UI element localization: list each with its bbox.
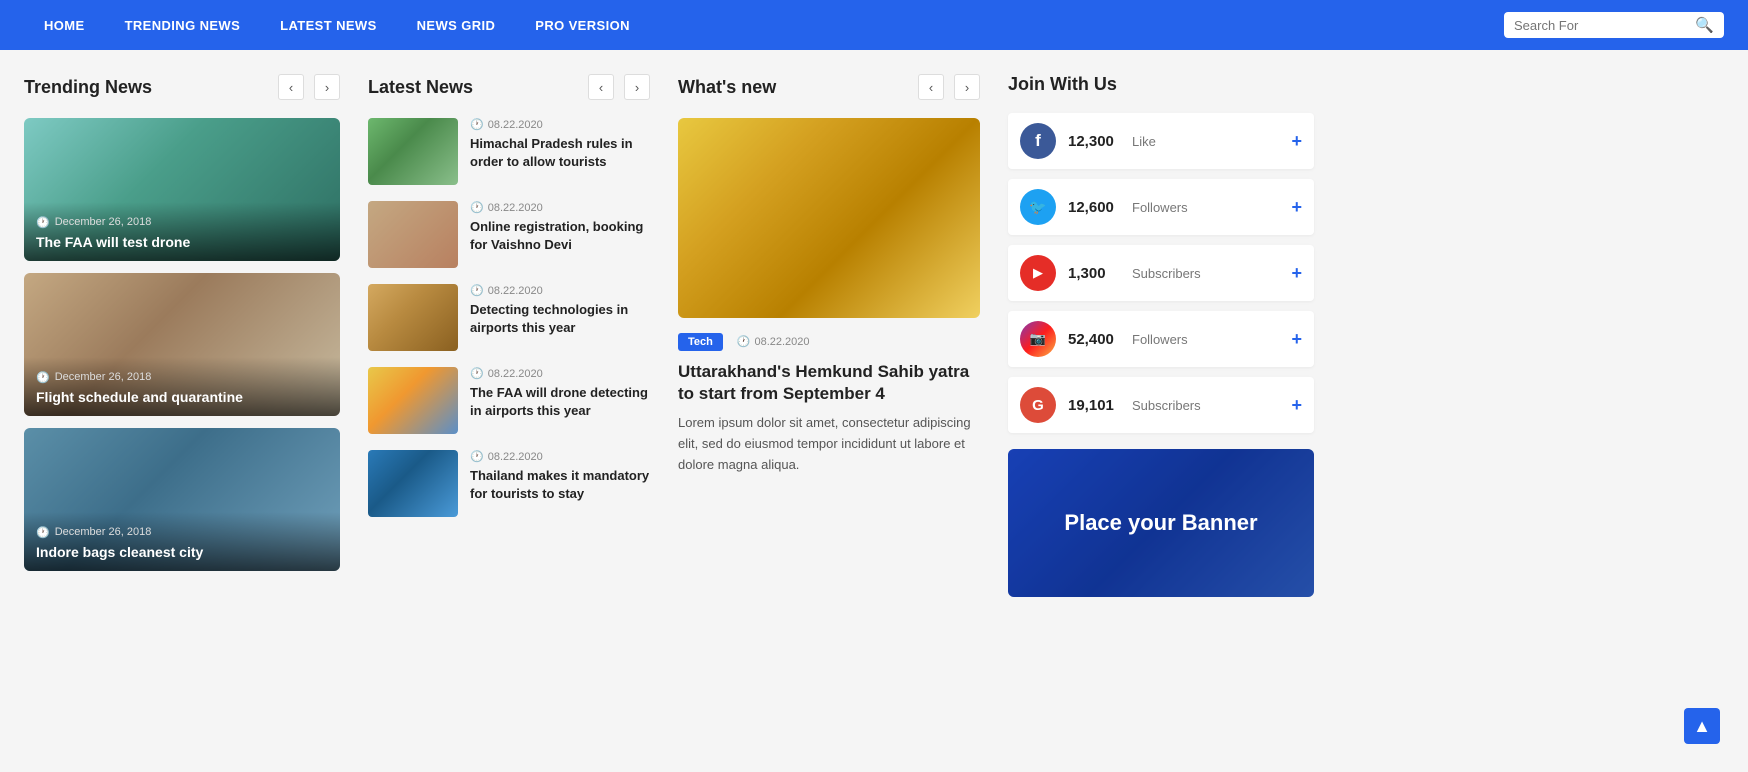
latest-date-1: 🕐08.22.2020 xyxy=(470,201,650,214)
latest-next[interactable]: › xyxy=(624,74,650,100)
whats-new-desc: Lorem ipsum dolor sit amet, consectetur … xyxy=(678,413,980,475)
latest-title-1: Online registration, booking for Vaishno… xyxy=(470,218,650,254)
instagram-count: 52,400 xyxy=(1068,331,1120,348)
youtube-label: Subscribers xyxy=(1132,266,1279,281)
search-icon[interactable]: 🔍 xyxy=(1695,16,1714,34)
trending-next[interactable]: › xyxy=(314,74,340,100)
whats-new-date: 🕐08.22.2020 xyxy=(737,335,810,348)
join-section: Join With Us f 12,300 Like + 🐦 12,600 Fo… xyxy=(994,74,1314,597)
instagram-icon: 📷 xyxy=(1020,321,1056,357)
whats-new-image xyxy=(678,118,980,318)
latest-item-0[interactable]: 🕐08.22.2020 Himachal Pradesh rules in or… xyxy=(368,118,650,185)
main-content: Trending News ‹ › 🕐 December 26, 2018 Th… xyxy=(0,50,1748,621)
youtube-count: 1,300 xyxy=(1068,265,1120,282)
trending-header: Trending News ‹ › xyxy=(24,74,340,100)
trend-title-2: Indore bags cleanest city xyxy=(36,543,328,561)
whats-new-section: What's new ‹ › Tech 🕐08.22.2020 Uttarakh… xyxy=(664,74,994,597)
facebook-icon: f xyxy=(1020,123,1056,159)
trend-title-1: Flight schedule and quarantine xyxy=(36,388,328,406)
google-label: Subscribers xyxy=(1132,398,1279,413)
trending-title: Trending News xyxy=(24,77,268,98)
search-box: 🔍 xyxy=(1504,12,1724,38)
latest-item-4[interactable]: 🕐08.22.2020 Thailand makes it mandatory … xyxy=(368,450,650,517)
instagram-label: Followers xyxy=(1132,332,1279,347)
latest-title: Latest News xyxy=(368,77,578,98)
trend-card-1[interactable]: 🕐 December 26, 2018 Flight schedule and … xyxy=(24,273,340,416)
trend-title-0: The FAA will test drone xyxy=(36,233,328,251)
whats-new-header: What's new ‹ › xyxy=(678,74,980,100)
latest-thumb-3 xyxy=(368,367,458,434)
facebook-label: Like xyxy=(1132,134,1279,149)
trend-date-0: 🕐 December 26, 2018 xyxy=(36,216,328,229)
social-row-google: G 19,101 Subscribers + xyxy=(1008,377,1314,433)
whats-new-prev[interactable]: ‹ xyxy=(918,74,944,100)
youtube-plus[interactable]: + xyxy=(1291,263,1302,284)
whats-new-title: What's new xyxy=(678,77,908,98)
whats-new-next[interactable]: › xyxy=(954,74,980,100)
latest-thumb-1 xyxy=(368,201,458,268)
banner-box[interactable]: Place your Banner xyxy=(1008,449,1314,597)
latest-section: Latest News ‹ › 🕐08.22.2020 Himachal Pra… xyxy=(354,74,664,597)
join-title: Join With Us xyxy=(1008,74,1314,95)
trend-date-2: 🕐 December 26, 2018 xyxy=(36,526,328,539)
youtube-icon: ▶ xyxy=(1020,255,1056,291)
latest-date-2: 🕐08.22.2020 xyxy=(470,284,650,297)
navbar: HOME TRENDING NEWS LATEST NEWS NEWS GRID… xyxy=(0,0,1748,50)
social-row-twitter: 🐦 12,600 Followers + xyxy=(1008,179,1314,235)
twitter-icon: 🐦 xyxy=(1020,189,1056,225)
nav-trending-news[interactable]: TRENDING NEWS xyxy=(105,0,261,50)
latest-item-1[interactable]: 🕐08.22.2020 Online registration, booking… xyxy=(368,201,650,268)
latest-title-3: The FAA will drone detecting in airports… xyxy=(470,384,650,420)
latest-date-0: 🕐08.22.2020 xyxy=(470,118,650,131)
trend-date-1: 🕐 December 26, 2018 xyxy=(36,371,328,384)
twitter-plus[interactable]: + xyxy=(1291,197,1302,218)
latest-thumb-4 xyxy=(368,450,458,517)
social-row-facebook: f 12,300 Like + xyxy=(1008,113,1314,169)
google-count: 19,101 xyxy=(1068,397,1120,414)
trending-prev[interactable]: ‹ xyxy=(278,74,304,100)
latest-date-4: 🕐08.22.2020 xyxy=(470,450,650,463)
facebook-plus[interactable]: + xyxy=(1291,131,1302,152)
trend-card-0[interactable]: 🕐 December 26, 2018 The FAA will test dr… xyxy=(24,118,340,261)
latest-date-3: 🕐08.22.2020 xyxy=(470,367,650,380)
google-plus[interactable]: + xyxy=(1291,395,1302,416)
nav-news-grid[interactable]: NEWS GRID xyxy=(397,0,516,50)
latest-title-4: Thailand makes it mandatory for tourists… xyxy=(470,467,650,503)
twitter-count: 12,600 xyxy=(1068,199,1120,216)
back-to-top-button[interactable]: ▲ xyxy=(1684,708,1720,744)
whats-new-badge: Tech xyxy=(678,333,723,351)
latest-title-2: Detecting technologies in airports this … xyxy=(470,301,650,337)
latest-header: Latest News ‹ › xyxy=(368,74,650,100)
nav-pro-version[interactable]: PRO VERSION xyxy=(515,0,650,50)
latest-item-2[interactable]: 🕐08.22.2020 Detecting technologies in ai… xyxy=(368,284,650,351)
trending-section: Trending News ‹ › 🕐 December 26, 2018 Th… xyxy=(24,74,354,597)
social-row-instagram: 📷 52,400 Followers + xyxy=(1008,311,1314,367)
google-icon: G xyxy=(1020,387,1056,423)
latest-prev[interactable]: ‹ xyxy=(588,74,614,100)
search-input[interactable] xyxy=(1514,18,1695,33)
latest-item-3[interactable]: 🕐08.22.2020 The FAA will drone detecting… xyxy=(368,367,650,434)
trend-card-2[interactable]: 🕐 December 26, 2018 Indore bags cleanest… xyxy=(24,428,340,571)
latest-title-0: Himachal Pradesh rules in order to allow… xyxy=(470,135,650,171)
nav-items: HOME TRENDING NEWS LATEST NEWS NEWS GRID… xyxy=(24,0,1504,50)
nav-home[interactable]: HOME xyxy=(24,0,105,50)
facebook-count: 12,300 xyxy=(1068,133,1120,150)
latest-thumb-2 xyxy=(368,284,458,351)
banner-text: Place your Banner xyxy=(1064,510,1257,536)
social-row-youtube: ▶ 1,300 Subscribers + xyxy=(1008,245,1314,301)
latest-thumb-0 xyxy=(368,118,458,185)
twitter-label: Followers xyxy=(1132,200,1279,215)
whats-new-article-title[interactable]: Uttarakhand's Hemkund Sahib yatra to sta… xyxy=(678,361,980,405)
instagram-plus[interactable]: + xyxy=(1291,329,1302,350)
nav-latest-news[interactable]: LATEST NEWS xyxy=(260,0,397,50)
